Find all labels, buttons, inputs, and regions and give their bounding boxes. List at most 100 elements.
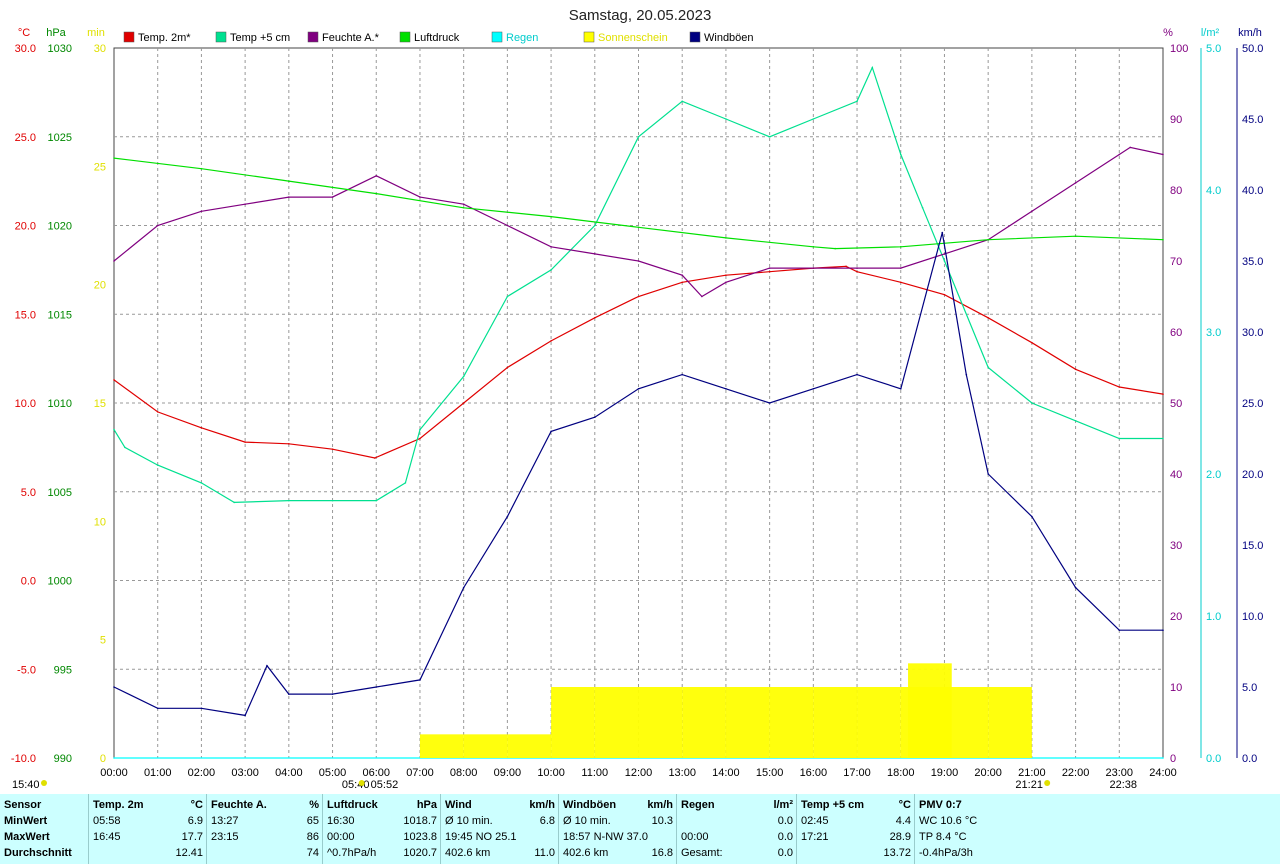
x-tick-label: 10:00 <box>537 767 565 779</box>
data-point <box>550 246 552 248</box>
x-tick-label: 22:00 <box>1062 767 1090 779</box>
sunshine-bar <box>988 687 1032 758</box>
rain-axis-tick: 3.0 <box>1206 327 1221 339</box>
data-point <box>375 499 378 502</box>
x-tick-label: 02:00 <box>188 767 216 779</box>
data-point <box>725 274 727 277</box>
footer-cell-label: 16:30 <box>327 815 355 827</box>
data-point <box>1031 515 1033 518</box>
sun-icon <box>358 780 365 786</box>
footer-row: WC 10.6 °C <box>919 813 1277 829</box>
data-point <box>375 175 378 177</box>
x-tick-label: 03:00 <box>231 767 259 779</box>
x-tick-label: 23:00 <box>1106 767 1134 779</box>
footer-column: Windböen km/h Ø 10 min. 10.3 18:57 N-NW 37.0… <box>558 794 677 864</box>
footer-cell-label: 402.6 km <box>563 847 609 859</box>
wind-axis-tick: 40.0 <box>1242 185 1263 197</box>
data-point <box>1162 393 1164 395</box>
footer-column: Luftdruck hPa 16:30 1018.7 00:00 1023.8 ^0.7hP… <box>322 794 441 864</box>
data-point <box>1129 146 1132 149</box>
data-point <box>1118 629 1121 631</box>
data-point <box>965 373 968 376</box>
footer-cell-label: 17:21 <box>801 831 829 843</box>
sunshine-bar <box>769 687 814 758</box>
data-point <box>593 317 596 319</box>
footer-row: MinWert <box>4 813 84 829</box>
x-tick-label: 14:00 <box>712 767 740 779</box>
data-point <box>637 226 640 229</box>
footer-row: 13.72 <box>801 845 911 861</box>
x-tick-label: 01:00 <box>144 767 172 779</box>
footer-row: 00:00 0.0 <box>681 829 793 845</box>
footer-header: Windböen km/h <box>563 797 673 813</box>
data-point <box>506 515 509 518</box>
pressure-axis-tick: 1010 <box>48 398 72 410</box>
data-point <box>1118 386 1121 388</box>
sunshine-axis-tick: 15 <box>94 398 106 410</box>
humidity-axis-tick: 70 <box>1170 256 1182 268</box>
data-point <box>856 267 858 269</box>
data-point <box>899 246 902 248</box>
footer-cell-label: Wind <box>445 799 472 811</box>
footer-cell-value: 13.72 <box>883 847 911 859</box>
legend-entry: Regen <box>506 32 538 44</box>
footer-row: 17:21 28.9 <box>801 829 911 845</box>
data-point <box>1162 757 1164 759</box>
data-point <box>419 196 421 198</box>
footer-cell-label: 16:45 <box>93 831 121 843</box>
humidity-axis-tick: 0 <box>1170 753 1176 765</box>
footer-column: Feuchte A.% 13:27 65 23:15 86 74 <box>206 794 323 864</box>
sunshine-axis-tick: 25 <box>94 161 106 173</box>
footer-cell-label: Windböen <box>563 799 617 811</box>
footer-header: Wind km/h <box>445 797 555 813</box>
sun-icon <box>1044 780 1051 786</box>
footer-row: 19:45 NO 25.1 <box>445 829 555 845</box>
data-point <box>871 66 874 69</box>
footer-cell-value: hPa <box>416 799 437 811</box>
pressure-axis-tick: 995 <box>54 664 72 676</box>
footer-row: 13:27 65 <box>211 813 319 829</box>
sunshine-axis-tick: 10 <box>94 516 106 528</box>
data-point <box>637 388 640 390</box>
data-point <box>331 196 334 198</box>
footer-cell-label: MinWert <box>4 815 48 827</box>
data-point <box>550 215 552 218</box>
footer-cell-label: 13:27 <box>211 815 239 827</box>
footer-row: 74 <box>211 845 319 861</box>
footer-row: 402.6 km 11.0 <box>445 845 555 861</box>
data-point <box>156 707 159 710</box>
data-point <box>244 203 246 205</box>
footer-cell-value: 4.4 <box>895 815 911 827</box>
footer-row: 402.6 km 16.8 <box>563 845 673 861</box>
footer-cell-label: WC 10.6 °C <box>919 815 978 827</box>
data-point <box>1162 238 1164 241</box>
sunshine-bar <box>813 687 858 758</box>
data-point <box>156 224 159 227</box>
footer-header: Temp. 2m °C <box>93 797 203 813</box>
sunset-label: 21:21 <box>1015 779 1043 791</box>
footer-row: 16:30 1018.7 <box>327 813 437 829</box>
data-point <box>681 281 684 284</box>
legend-entry: Temp +5 cm <box>230 32 290 44</box>
humidity-axis-tick: 20 <box>1170 611 1182 623</box>
data-point <box>725 237 727 239</box>
humidity-axis-tick: 80 <box>1170 185 1182 197</box>
footer-column: Temp. 2m °C 05:58 6.9 16:45 17.7 12.41 <box>88 794 207 864</box>
sunshine-bar <box>551 687 595 758</box>
temp-axis-tick: -5.0 <box>17 664 36 676</box>
footer-cell-label: Ø 10 min. <box>563 815 611 827</box>
x-tick-label: 19:00 <box>931 767 959 779</box>
wind-axis-tick: 25.0 <box>1242 398 1263 410</box>
footer-row: 05:58 6.9 <box>93 813 203 829</box>
sunshine-bar <box>594 687 639 758</box>
data-point <box>233 501 235 504</box>
data-point <box>987 317 989 319</box>
data-point <box>812 118 815 120</box>
footer-cell-label: Durchschnitt <box>4 847 72 859</box>
footer-cell-label: 00:00 <box>681 831 709 843</box>
temp-axis-tick: 15.0 <box>15 309 36 321</box>
data-point <box>288 499 290 502</box>
legend-entry: Temp. 2m* <box>138 32 191 44</box>
sun-icon <box>41 780 47 786</box>
footer-row: 0.0 <box>681 813 793 829</box>
